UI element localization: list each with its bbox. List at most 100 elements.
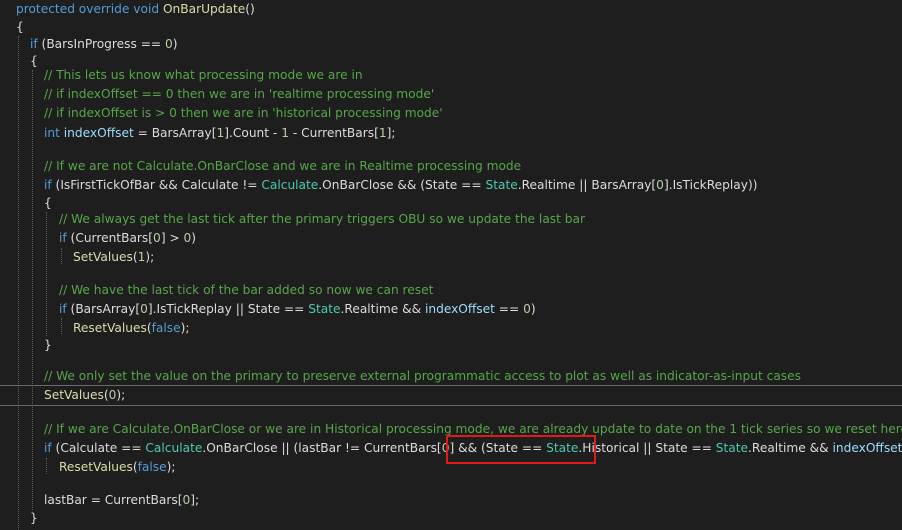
code-token: }: [30, 511, 38, 525]
code-token: - CurrentBars[: [288, 126, 379, 140]
code-token: ResetValues: [59, 460, 133, 474]
code-token: .Historical || State ==: [578, 441, 716, 455]
line-separator: [0, 385, 902, 386]
code-token: indexOffset: [832, 441, 902, 455]
code-token: .Realtime || BarsArray[: [517, 178, 657, 192]
indent-guide: [46, 212, 47, 336]
code-line[interactable]: // We only set the value on the primary …: [44, 367, 801, 385]
code-token: int: [44, 126, 60, 140]
code-token: // If we are Calculate.OnBarClose or we …: [44, 422, 902, 436]
code-token: Calculate: [145, 441, 203, 455]
code-token: (BarsArray[: [66, 302, 141, 316]
code-token: ];: [386, 126, 396, 140]
code-token: // We always get the last tick after the…: [59, 212, 586, 226]
code-line[interactable]: if (BarsArray[0].IsTickReplay || State =…: [59, 300, 536, 318]
code-token: .Realtime &&: [748, 441, 833, 455]
code-token: State: [485, 178, 518, 192]
code-token: = BarsArray[: [133, 126, 217, 140]
code-line[interactable]: SetValues(0);: [44, 386, 125, 404]
code-token: 0: [523, 302, 531, 316]
highlight-annotation-box: [446, 435, 596, 464]
code-token: );: [180, 321, 190, 335]
indent-guide: [46, 458, 47, 474]
code-token: // We only set the value on the primary …: [44, 369, 801, 383]
code-line[interactable]: {: [30, 52, 38, 70]
code-token: );: [145, 250, 155, 264]
code-line[interactable]: ResetValues(false);: [73, 319, 190, 337]
code-token: State: [308, 302, 341, 316]
code-token: );: [116, 388, 126, 402]
code-token: protected override void: [16, 2, 163, 16]
code-token: SetValues: [73, 250, 133, 264]
code-token: 0: [153, 231, 161, 245]
code-token: ].IsTickReplay)): [663, 178, 758, 192]
code-line[interactable]: {: [44, 194, 52, 212]
indent-guide: [61, 248, 62, 264]
code-token: SetValues: [44, 388, 104, 402]
code-token: ): [191, 231, 197, 245]
code-line[interactable]: SetValues(1);: [73, 248, 154, 266]
code-line[interactable]: // We always get the last tick after the…: [59, 210, 585, 228]
code-token: if: [44, 441, 52, 455]
code-token: ==: [494, 302, 524, 316]
code-token: OnBarUpdate: [162, 2, 246, 16]
code-line[interactable]: protected override void OnBarUpdate(): [16, 0, 255, 18]
code-token: {: [30, 54, 38, 68]
code-token: // if indexOffset is > 0 then we are in …: [44, 106, 443, 120]
indent-guide: [32, 70, 33, 510]
indent-guide: [61, 318, 62, 334]
code-token: if: [59, 302, 67, 316]
code-line[interactable]: {: [16, 18, 24, 36]
code-token: // if indexOffset == 0 then we are in 'r…: [44, 87, 435, 101]
code-token: .OnBarClose && (State ==: [318, 178, 486, 192]
code-token: 0: [656, 178, 664, 192]
code-token: ResetValues: [73, 321, 147, 335]
code-token: 1: [378, 126, 387, 140]
code-token: ].Count -: [224, 126, 282, 140]
code-token: );: [166, 460, 176, 474]
code-line[interactable]: // We have the last tick of the bar adde…: [59, 281, 433, 299]
code-token: 0: [165, 37, 173, 51]
code-line[interactable]: if (BarsInProgress == 0): [30, 35, 178, 53]
code-line[interactable]: if (IsFirstTickOfBar && Calculate != Cal…: [44, 176, 757, 194]
code-line[interactable]: }: [44, 336, 52, 354]
code-token: ] >: [160, 231, 184, 245]
code-token: (CurrentBars[: [66, 231, 154, 245]
code-token: if: [30, 37, 38, 51]
code-token: (BarsInProgress ==: [37, 37, 166, 51]
code-token: State: [715, 441, 749, 455]
indent-guide: [18, 36, 19, 530]
code-token: ): [530, 302, 536, 316]
code-token: ].IsTickReplay || State ==: [147, 302, 309, 316]
code-token: if: [44, 178, 52, 192]
code-line[interactable]: // if indexOffset is > 0 then we are in …: [44, 104, 443, 122]
code-token: 0: [140, 302, 148, 316]
code-line[interactable]: }: [30, 509, 38, 527]
line-separator: [0, 405, 902, 406]
code-token: lastBar = CurrentBars[: [44, 493, 183, 507]
code-token: (): [245, 2, 255, 16]
code-token: if: [59, 231, 67, 245]
code-token: ];: [190, 493, 200, 507]
code-token: Calculate: [261, 178, 319, 192]
code-line[interactable]: int indexOffset = BarsArray[1].Count - 1…: [44, 124, 395, 142]
code-token: }: [44, 338, 52, 352]
code-token: {: [44, 196, 52, 210]
code-token: false: [151, 321, 181, 335]
code-token: {: [16, 20, 24, 34]
code-token: // We have the last tick of the bar adde…: [59, 283, 434, 297]
code-line[interactable]: // if indexOffset == 0 then we are in 'r…: [44, 85, 434, 103]
code-line[interactable]: // This lets us know what processing mod…: [44, 66, 363, 84]
code-token: indexOffset: [63, 126, 134, 140]
code-token: // This lets us know what processing mod…: [44, 68, 363, 82]
code-line[interactable]: // If we are not Calculate.OnBarClose an…: [44, 157, 521, 175]
code-token: false: [137, 460, 167, 474]
code-token: 1: [281, 126, 289, 140]
code-editor[interactable]: protected override void OnBarUpdate(){if…: [0, 0, 902, 530]
code-token: indexOffset: [424, 302, 495, 316]
code-token: (IsFirstTickOfBar && Calculate !=: [51, 178, 262, 192]
code-line[interactable]: if (CurrentBars[0] > 0): [59, 229, 196, 247]
code-token: // If we are not Calculate.OnBarClose an…: [44, 159, 522, 173]
code-line[interactable]: ResetValues(false);: [59, 458, 176, 476]
code-line[interactable]: lastBar = CurrentBars[0];: [44, 491, 199, 509]
